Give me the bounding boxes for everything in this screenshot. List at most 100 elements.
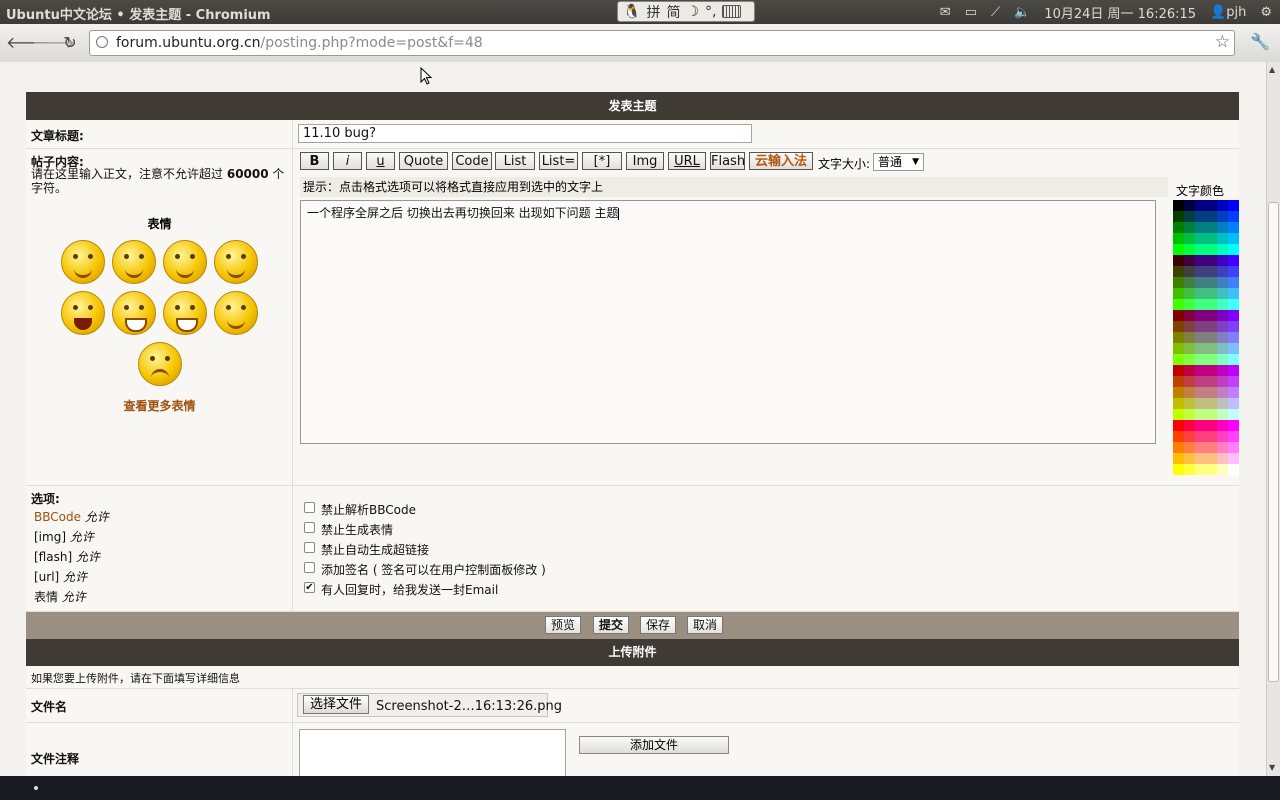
color-swatch[interactable] xyxy=(1217,321,1228,332)
color-swatch[interactable] xyxy=(1206,277,1217,288)
color-swatch[interactable] xyxy=(1228,310,1239,321)
color-swatch[interactable] xyxy=(1217,288,1228,299)
color-swatch[interactable] xyxy=(1206,288,1217,299)
color-swatch[interactable] xyxy=(1184,321,1195,332)
blush-emoji[interactable] xyxy=(214,291,258,335)
color-swatch[interactable] xyxy=(1217,398,1228,409)
sweat-emoji[interactable] xyxy=(112,291,156,335)
color-swatch[interactable] xyxy=(1195,409,1206,420)
color-swatch[interactable] xyxy=(1184,387,1195,398)
color-swatch[interactable] xyxy=(1206,244,1217,255)
color-swatch[interactable] xyxy=(1217,211,1228,222)
color-swatch[interactable] xyxy=(1173,387,1184,398)
color-swatch[interactable] xyxy=(1184,211,1195,222)
color-swatch[interactable] xyxy=(1184,332,1195,343)
color-swatch[interactable] xyxy=(1173,464,1184,475)
bold-button[interactable]: B xyxy=(300,152,329,170)
color-swatch[interactable] xyxy=(1195,255,1206,266)
scroll-thumb[interactable] xyxy=(1268,202,1279,682)
ime-indicator[interactable]: 🐧 拼 简 ☽ °, xyxy=(617,1,755,22)
color-swatch[interactable] xyxy=(1173,453,1184,464)
color-swatch[interactable] xyxy=(1184,343,1195,354)
preview-button[interactable]: 预览 xyxy=(545,616,581,634)
code-button[interactable]: Code xyxy=(452,152,492,170)
color-swatch[interactable] xyxy=(1173,299,1184,310)
color-swatch[interactable] xyxy=(1217,442,1228,453)
giggle-emoji[interactable] xyxy=(214,240,258,284)
list-button[interactable]: List xyxy=(495,152,535,170)
color-swatch[interactable] xyxy=(1228,299,1239,310)
choose-file-button[interactable]: 选择文件 xyxy=(303,695,370,714)
clock[interactable]: 10月24日 周一 16:26:15 xyxy=(1044,3,1196,22)
color-swatch[interactable] xyxy=(1184,222,1195,233)
color-swatch[interactable] xyxy=(1228,431,1239,442)
color-swatch[interactable] xyxy=(1228,398,1239,409)
color-swatch[interactable] xyxy=(1206,365,1217,376)
color-swatch[interactable] xyxy=(1217,277,1228,288)
file-input[interactable]: 选择文件 Screenshot-2…16:13:26.png xyxy=(297,693,562,717)
color-swatch[interactable] xyxy=(1217,255,1228,266)
color-swatch[interactable] xyxy=(1184,376,1195,387)
flash-button[interactable]: Flash xyxy=(710,152,745,170)
color-swatch[interactable] xyxy=(1206,211,1217,222)
message-textarea[interactable]: 一个程序全屏之后 切换出去再切换回来 出现如下问题 主题 xyxy=(300,200,1156,444)
font-size-select[interactable]: 普通 ▼ xyxy=(873,153,924,171)
color-swatch[interactable] xyxy=(1206,321,1217,332)
color-swatch[interactable] xyxy=(1184,233,1195,244)
italic-button[interactable]: i xyxy=(333,152,362,170)
color-swatch[interactable] xyxy=(1228,409,1239,420)
color-swatch[interactable] xyxy=(1206,431,1217,442)
color-swatch[interactable] xyxy=(1184,354,1195,365)
color-swatch[interactable] xyxy=(1206,255,1217,266)
color-swatch[interactable] xyxy=(1173,233,1184,244)
color-swatch[interactable] xyxy=(1206,376,1217,387)
color-swatch[interactable] xyxy=(1195,343,1206,354)
color-swatch[interactable] xyxy=(1184,255,1195,266)
color-swatch[interactable] xyxy=(1195,453,1206,464)
color-swatch[interactable] xyxy=(1206,266,1217,277)
page-scrollbar[interactable]: ▲ ▼ xyxy=(1266,62,1280,776)
color-swatch[interactable] xyxy=(1195,464,1206,475)
mail-icon[interactable]: ✉ xyxy=(940,5,951,20)
color-swatch[interactable] xyxy=(1217,299,1228,310)
color-swatch[interactable] xyxy=(1195,321,1206,332)
add-file-button[interactable]: 添加文件 xyxy=(579,736,729,754)
color-swatch[interactable] xyxy=(1206,453,1217,464)
subject-input[interactable]: 11.10 bug? xyxy=(298,124,752,143)
color-swatch[interactable] xyxy=(1217,420,1228,431)
power-gear-icon[interactable]: ⚙ xyxy=(1260,5,1272,20)
cloud-ime-button[interactable]: 云输入法 xyxy=(749,152,813,170)
color-swatch[interactable] xyxy=(1195,211,1206,222)
color-swatch[interactable] xyxy=(1228,266,1239,277)
color-swatch[interactable] xyxy=(1195,431,1206,442)
smile-emoji[interactable] xyxy=(61,240,105,284)
color-swatch[interactable] xyxy=(1217,222,1228,233)
scroll-up-icon[interactable]: ▲ xyxy=(1269,65,1275,74)
more-smilies-link[interactable]: 查看更多表情 xyxy=(26,397,293,414)
color-swatch[interactable] xyxy=(1184,200,1195,211)
submit-button[interactable]: 提交 xyxy=(593,616,629,634)
color-swatch[interactable] xyxy=(1228,200,1239,211)
color-swatch[interactable] xyxy=(1228,453,1239,464)
cancel-button[interactable]: 取消 xyxy=(687,616,723,634)
color-swatch[interactable] xyxy=(1195,310,1206,321)
color-swatch[interactable] xyxy=(1195,277,1206,288)
address-bar[interactable]: forum.ubuntu.org.cn/posting.php?mode=pos… xyxy=(89,30,1235,56)
color-swatch[interactable] xyxy=(1184,409,1195,420)
color-swatch[interactable] xyxy=(1217,354,1228,365)
color-swatch[interactable] xyxy=(1173,409,1184,420)
color-swatch[interactable] xyxy=(1206,387,1217,398)
color-swatch[interactable] xyxy=(1206,200,1217,211)
color-swatch[interactable] xyxy=(1195,233,1206,244)
color-swatch[interactable] xyxy=(1195,266,1206,277)
img-button[interactable]: Img xyxy=(626,152,664,170)
color-swatch[interactable] xyxy=(1228,376,1239,387)
color-swatch[interactable] xyxy=(1228,387,1239,398)
color-swatch[interactable] xyxy=(1228,354,1239,365)
color-swatch[interactable] xyxy=(1195,376,1206,387)
color-swatch[interactable] xyxy=(1173,354,1184,365)
color-swatch[interactable] xyxy=(1228,332,1239,343)
file-comment-textarea[interactable] xyxy=(299,729,566,776)
color-swatch[interactable] xyxy=(1184,310,1195,321)
tongue-emoji[interactable] xyxy=(112,240,156,284)
